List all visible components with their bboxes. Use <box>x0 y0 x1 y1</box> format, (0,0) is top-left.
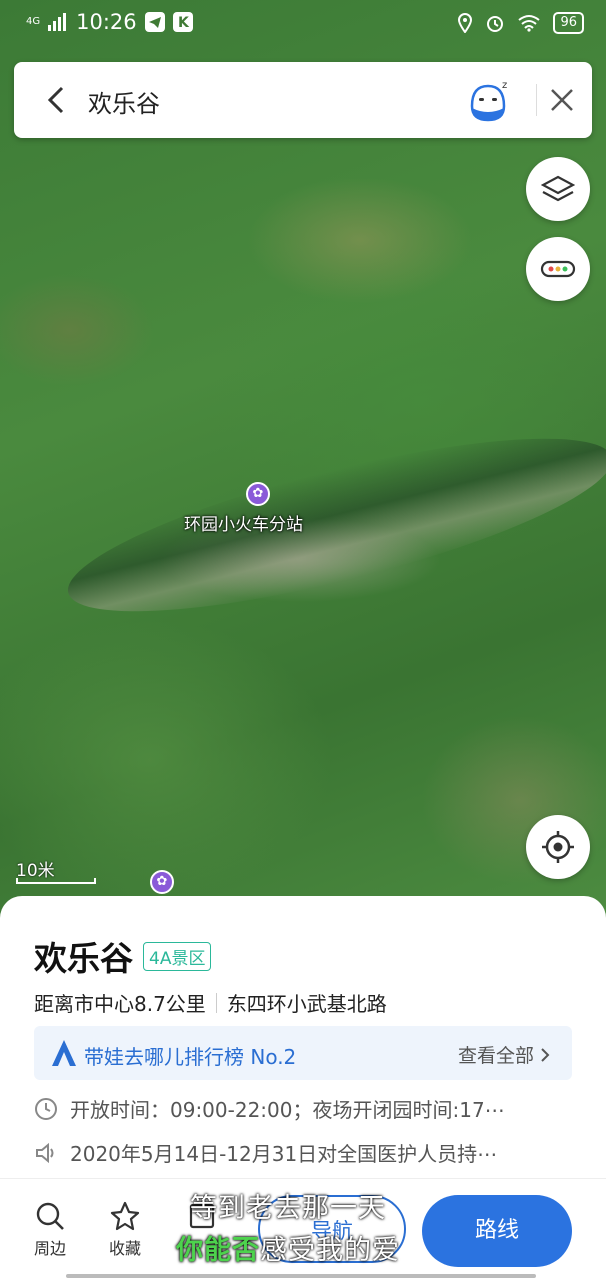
wifi-icon <box>518 15 541 32</box>
k-app-icon: K <box>172 12 193 32</box>
back-icon[interactable] <box>36 80 76 120</box>
ranking-text: 带娃去哪儿排行榜 No.2 <box>84 1045 297 1069</box>
poi-marker-icon[interactable]: ✿ <box>150 870 174 894</box>
locate-button[interactable] <box>526 815 590 879</box>
battery-indicator: 96 <box>553 12 584 34</box>
opening-hours-row[interactable]: 开放时间：09:00-22:00；夜场开闭园时间:17⋯ <box>34 1094 505 1123</box>
signal-icon <box>48 13 67 31</box>
svg-text:z: z <box>502 80 507 91</box>
speaker-icon <box>36 1142 54 1163</box>
status-bar: 4G 10:26 K 96 <box>0 0 606 48</box>
subtitle-highlight: 你能否 <box>176 1235 260 1266</box>
svg-text:K: K <box>178 15 190 31</box>
distance-text: 距离市中心8.7公里 <box>34 992 206 1016</box>
scale-bar <box>16 878 96 884</box>
ranking-banner[interactable]: 带娃去哪儿排行榜 No.2 查看全部 <box>34 1026 572 1080</box>
traffic-button[interactable] <box>526 237 590 301</box>
nearby-button[interactable]: 周边 <box>20 1201 80 1259</box>
layers-icon <box>541 175 575 202</box>
announcement-row[interactable]: 2020年5月14日-12月31日对全国医护人员持⋯ <box>34 1138 497 1167</box>
home-indicator[interactable] <box>66 1274 536 1278</box>
search-icon <box>36 1202 64 1230</box>
place-address-row: 距离市中心8.7公里 东四环小武基北路 <box>34 988 387 1017</box>
clock-icon <box>35 1097 57 1120</box>
favorite-button[interactable]: 收藏 <box>95 1201 155 1259</box>
divider <box>536 84 537 116</box>
address-text: 东四环小武基北路 <box>226 992 387 1016</box>
ranking-icon <box>52 1040 76 1066</box>
chevron-right-icon <box>541 1048 550 1062</box>
subtitle-rest: 感受我的爱 <box>260 1235 400 1266</box>
clock: 10:26 <box>76 10 137 34</box>
poi-label[interactable]: 环园小火车分站 <box>184 510 303 535</box>
map-ridge <box>55 403 606 647</box>
alarm-icon <box>487 16 504 32</box>
location-icon <box>458 13 473 33</box>
divider <box>215 992 217 1013</box>
voice-assistant-icon[interactable]: z <box>464 76 512 124</box>
view-all-label: 查看全部 <box>457 1045 534 1067</box>
search-bar[interactable]: 欢乐谷 z <box>14 62 592 138</box>
opening-hours-text: 开放时间：09:00-22:00；夜场开闭园时间:17⋯ <box>70 1098 505 1122</box>
subtitle-line-2: 你能否感受我的爱 <box>176 1228 400 1267</box>
traffic-icon <box>540 260 576 278</box>
rating-tag: 4A景区 <box>143 942 212 971</box>
star-icon <box>110 1201 140 1231</box>
search-query[interactable]: 欢乐谷 <box>88 84 160 119</box>
close-icon[interactable] <box>542 80 582 120</box>
poi-marker-icon[interactable]: ✿ <box>246 482 270 506</box>
locate-icon <box>542 831 574 863</box>
route-button[interactable]: 路线 <box>422 1195 572 1267</box>
layers-button[interactable] <box>526 157 590 221</box>
nearby-label: 周边 <box>33 1239 66 1258</box>
favorite-label: 收藏 <box>108 1239 141 1258</box>
network-label: 4G <box>26 16 41 27</box>
place-name: 欢乐谷 <box>34 939 133 978</box>
telegram-icon <box>144 12 165 32</box>
subtitle-line-1: 等到老去那一天 <box>190 1193 386 1224</box>
ranking-view-all[interactable]: 查看全部 <box>458 1041 550 1068</box>
announcement-text: 2020年5月14日-12月31日对全国医护人员持⋯ <box>70 1142 498 1166</box>
